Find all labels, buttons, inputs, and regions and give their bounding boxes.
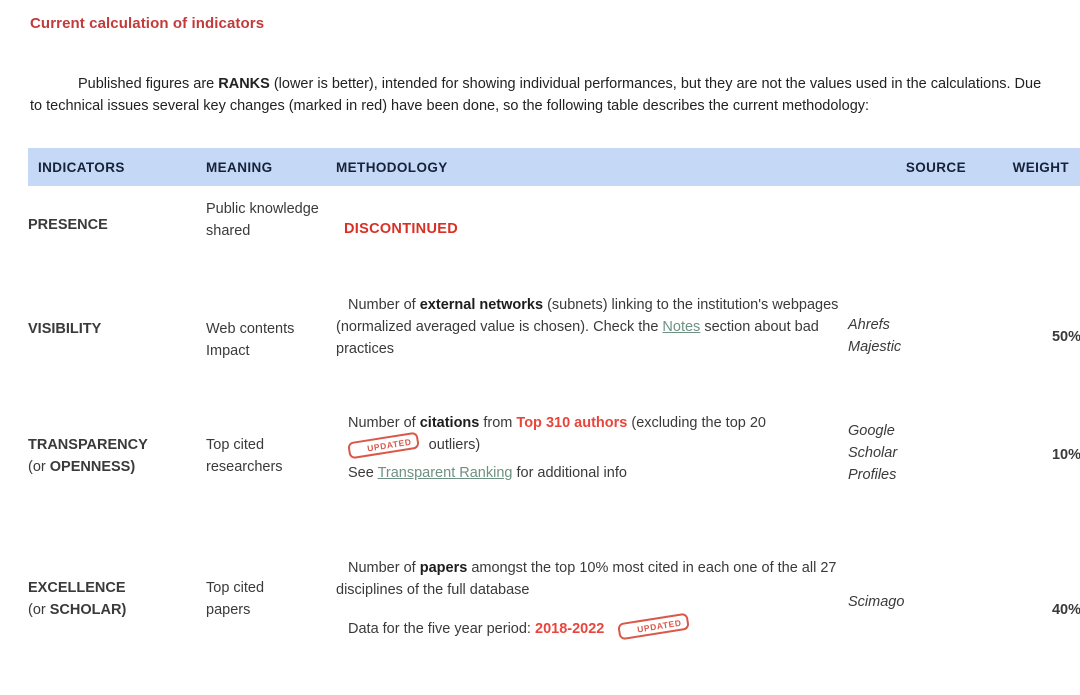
meaning-line-2: papers xyxy=(206,602,251,618)
row-weight-excellence: 40% xyxy=(1051,602,1080,618)
row-weight-presence xyxy=(972,186,1080,292)
meaning-line-2: Impact xyxy=(206,343,250,359)
row-methodology-visibility: Number of external networks (subnets) li… xyxy=(336,292,848,406)
meth-text-b: from xyxy=(479,415,517,431)
row-indicator-presence: PRESENCE xyxy=(28,217,108,233)
table-row-visibility: VISIBILITY Web contents Impact Number of… xyxy=(28,292,1080,406)
intro-text-a: Published figures are xyxy=(78,75,219,92)
source-line-3: Profiles xyxy=(848,467,897,483)
meaning-line-2: researchers xyxy=(206,459,283,475)
table-row-excellence: EXCELLENCE (or SCHOLAR) Top cited papers… xyxy=(28,549,1080,695)
column-header-indicators: INDICATORS xyxy=(28,148,206,186)
source-line-1: Google xyxy=(848,423,895,439)
source-line-1: Ahrefs xyxy=(848,317,890,333)
row-meaning-visibility: Web contents Impact xyxy=(206,292,336,406)
intro-paragraph: Published figures are RANKS (lower is be… xyxy=(30,73,1042,117)
indicator-line-1: TRANSPARENCY xyxy=(28,437,148,453)
indicator-line-2: (or SCHOLAR) xyxy=(28,599,206,621)
meth-text-a: Number of xyxy=(348,415,420,431)
source-line-2: Majestic xyxy=(848,339,902,355)
row-source-presence xyxy=(848,186,972,292)
section-title: Current calculation of indicators xyxy=(30,15,265,32)
row-meaning-transparency: Top cited researchers xyxy=(206,406,336,549)
updated-stamp-wrapper: UPDATED xyxy=(606,612,690,641)
meaning-line-1: Web contents xyxy=(206,321,295,337)
table-row-presence: PRESENCE Public knowledge shared DISCONT… xyxy=(28,186,1080,292)
indicators-table: INDICATORS MEANING METHODOLOGY SOURCE WE… xyxy=(28,148,1080,695)
indicator-sub-normal: (or xyxy=(28,459,50,475)
methodology-paragraph-2: Data for the five year period: 2018-2022… xyxy=(336,601,848,641)
row-meaning-excellence: Top cited papers xyxy=(206,549,336,695)
meth-text-c: (excluding the top 20 xyxy=(627,415,766,431)
methodology-paragraph-2: See Transparent Ranking for additional i… xyxy=(336,456,848,484)
table-body: PRESENCE Public knowledge shared DISCONT… xyxy=(28,186,1080,695)
meth-after-link-text: for additional info xyxy=(512,465,627,482)
indicator-line-1: EXCELLENCE xyxy=(28,580,126,596)
indicator-line-2: (or OPENNESS) xyxy=(28,456,206,478)
table-row-transparency: TRANSPARENCY (or OPENNESS) Top cited res… xyxy=(28,406,1080,549)
status-badge-discontinued: DISCONTINUED xyxy=(344,221,458,237)
indicator-sub-bold: OPENNESS) xyxy=(49,459,136,475)
row-indicator-excellence: EXCELLENCE (or SCHOLAR) xyxy=(28,549,206,695)
updated-stamp: UPDATED xyxy=(617,612,690,641)
transparent-ranking-link[interactable]: Transparent Ranking xyxy=(378,465,513,481)
updated-stamp-wrapper: UPDATED xyxy=(336,431,420,460)
meaning-line-1: Top cited xyxy=(206,437,265,453)
table-head: INDICATORS MEANING METHODOLOGY SOURCE WE… xyxy=(28,148,1080,186)
row-methodology-transparency: Number of citations from Top 310 authors… xyxy=(336,406,848,549)
row-methodology-presence: DISCONTINUED xyxy=(336,186,848,292)
meth-red-year-range: 2018-2022 xyxy=(535,621,605,637)
meth-text-a: Number of xyxy=(348,297,420,313)
page-root: Current calculation of indicators Publis… xyxy=(0,0,1080,641)
meth-text-a: Number of xyxy=(348,560,420,576)
row-source-excellence: Scimago xyxy=(848,594,905,610)
row-indicator-transparency: TRANSPARENCY (or OPENNESS) xyxy=(28,406,206,549)
meth-see-text: See xyxy=(348,465,378,482)
column-header-meaning: MEANING xyxy=(206,148,336,186)
meth-bold-citations: citations xyxy=(419,415,480,431)
methodology-paragraph: Number of external networks (subnets) li… xyxy=(336,294,848,360)
methodology-paragraph-1: Number of citations from Top 310 authors… xyxy=(336,412,848,460)
row-weight-transparency: 10% xyxy=(1051,447,1080,463)
row-indicator-visibility: VISIBILITY xyxy=(28,321,102,337)
meth-red-top-310-authors: Top 310 authors xyxy=(516,415,628,431)
indicator-sub-bold: SCHOLAR) xyxy=(49,602,127,618)
row-meaning-presence: Public knowledge shared xyxy=(206,201,319,239)
updated-stamp: UPDATED xyxy=(347,431,420,460)
row-weight-visibility: 50% xyxy=(1051,329,1080,345)
row-source-visibility: Ahrefs Majestic xyxy=(848,292,972,406)
meth-bold-papers: papers xyxy=(419,560,468,576)
row-methodology-excellence: Number of papers amongst the top 10% mos… xyxy=(336,549,848,695)
meaning-line-1: Top cited xyxy=(206,580,265,596)
meth-bold-external-networks: external networks xyxy=(419,297,544,313)
methodology-paragraph-1: Number of papers amongst the top 10% mos… xyxy=(336,557,848,601)
table-header-row: INDICATORS MEANING METHODOLOGY SOURCE WE… xyxy=(28,148,1080,186)
column-header-methodology: METHODOLOGY xyxy=(336,148,848,186)
intro-ranks-bold: RANKS xyxy=(218,75,270,92)
row-source-transparency: Google Scholar Profiles xyxy=(848,406,972,549)
meth-text-d: outliers) xyxy=(424,437,481,453)
meth-period-text: Data for the five year period: xyxy=(348,621,535,637)
indicator-sub-normal: (or xyxy=(28,602,50,618)
notes-link[interactable]: Notes xyxy=(662,319,700,335)
column-header-source: SOURCE xyxy=(848,148,972,186)
source-line-2: Scholar xyxy=(848,445,898,461)
column-header-weight: WEIGHT xyxy=(972,148,1080,186)
